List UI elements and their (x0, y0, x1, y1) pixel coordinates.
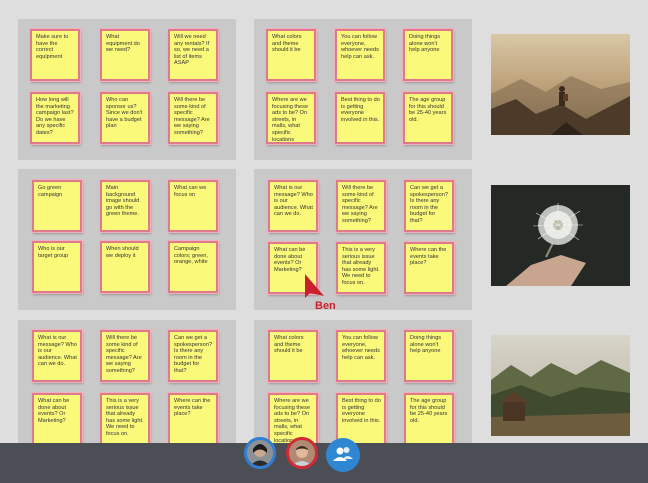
sticky-note[interactable]: What can we focus on (168, 180, 218, 232)
sticky-note[interactable]: Where can the events take place? (168, 393, 218, 445)
sticky-note[interactable]: What can be done about events? Or Market… (32, 393, 82, 445)
note-group-panel[interactable]: What is our message? Who is our audience… (18, 320, 236, 445)
sticky-note[interactable]: The age group for this should be 25-40 y… (404, 393, 454, 445)
sticky-note[interactable]: What equipment do we need? (100, 29, 150, 81)
sticky-note[interactable]: Main background image should go with the… (100, 180, 150, 232)
sticky-note[interactable]: What is our message? Who is our audience… (32, 330, 82, 382)
cursor-user-label: Ben (315, 300, 336, 312)
participant-avatar[interactable] (286, 437, 318, 469)
sticky-note[interactable]: Doing things alone won't help anyone (403, 29, 453, 81)
sticky-note[interactable]: Where can the events take place? (404, 242, 454, 294)
participant-avatar[interactable] (244, 437, 276, 469)
sticky-note[interactable]: Where are we focusing these ads to be? O… (266, 92, 316, 144)
sticky-note[interactable]: What is our message? Who is our audience… (268, 180, 318, 232)
sticky-note[interactable]: Doing things alone won't help anyone (404, 330, 454, 382)
note-group-panel[interactable]: What colors and theme should it be You c… (254, 19, 472, 160)
sticky-note[interactable]: What colors and theme should it be (268, 330, 318, 382)
sticky-note[interactable]: Make sure to have the correct equipment (30, 29, 80, 81)
sticky-note[interactable]: Will there be some kind of specific mess… (100, 330, 150, 382)
mountain-hiker-photo[interactable] (491, 34, 630, 135)
sticky-note[interactable]: Who is our target group (32, 241, 82, 293)
sticky-note[interactable]: Will there be some kind of specific mess… (168, 92, 218, 144)
note-group-panel[interactable]: Go green campaign Main background image … (18, 169, 236, 310)
sticky-note[interactable]: Who can sponsor us? Since we don't have … (100, 92, 150, 144)
forest-cabin-photo[interactable] (491, 335, 630, 436)
sticky-note[interactable]: Will there be some kind of specific mess… (336, 180, 386, 232)
sticky-note[interactable]: Will we need any rentals? If so, we need… (168, 29, 218, 81)
note-group-panel[interactable]: What is our message? Who is our audience… (254, 169, 472, 310)
sticky-note[interactable]: Can we get a spokesperson? Is there any … (404, 180, 454, 232)
dandelion-photo[interactable] (491, 185, 630, 286)
sticky-note[interactable]: You can follow everyone, whoever needs h… (336, 330, 386, 382)
sticky-note[interactable]: Can we get a spokesperson? Is there any … (168, 330, 218, 382)
sticky-note[interactable]: Where are we focusing these ads to be? O… (268, 393, 318, 445)
sticky-note[interactable]: You can follow everyone, whoever needs h… (335, 29, 385, 81)
sticky-note[interactable]: Campaign colors; green, orange, white (168, 241, 218, 293)
sticky-note[interactable]: Best thing to do is getting everyone inv… (335, 92, 385, 144)
note-group-panel[interactable]: Make sure to have the correct equipment … (18, 19, 236, 160)
participants-group-icon[interactable] (326, 438, 360, 472)
sticky-note[interactable]: This is a very serious issue that alread… (100, 393, 150, 445)
sticky-note[interactable]: How long will the marketing campaign las… (30, 92, 80, 144)
sticky-note[interactable]: The age group for this should be 25-40 y… (403, 92, 453, 144)
sticky-note[interactable]: This is a very serious issue that alread… (336, 242, 386, 294)
whiteboard-canvas[interactable]: Make sure to have the correct equipment … (0, 0, 648, 445)
sticky-note[interactable]: Go green campaign (32, 180, 82, 232)
sticky-note[interactable]: When should we deploy it (100, 241, 150, 293)
sticky-note[interactable]: What colors and theme should it be (266, 29, 316, 81)
note-group-panel[interactable]: What colors and theme should it be You c… (254, 320, 472, 445)
